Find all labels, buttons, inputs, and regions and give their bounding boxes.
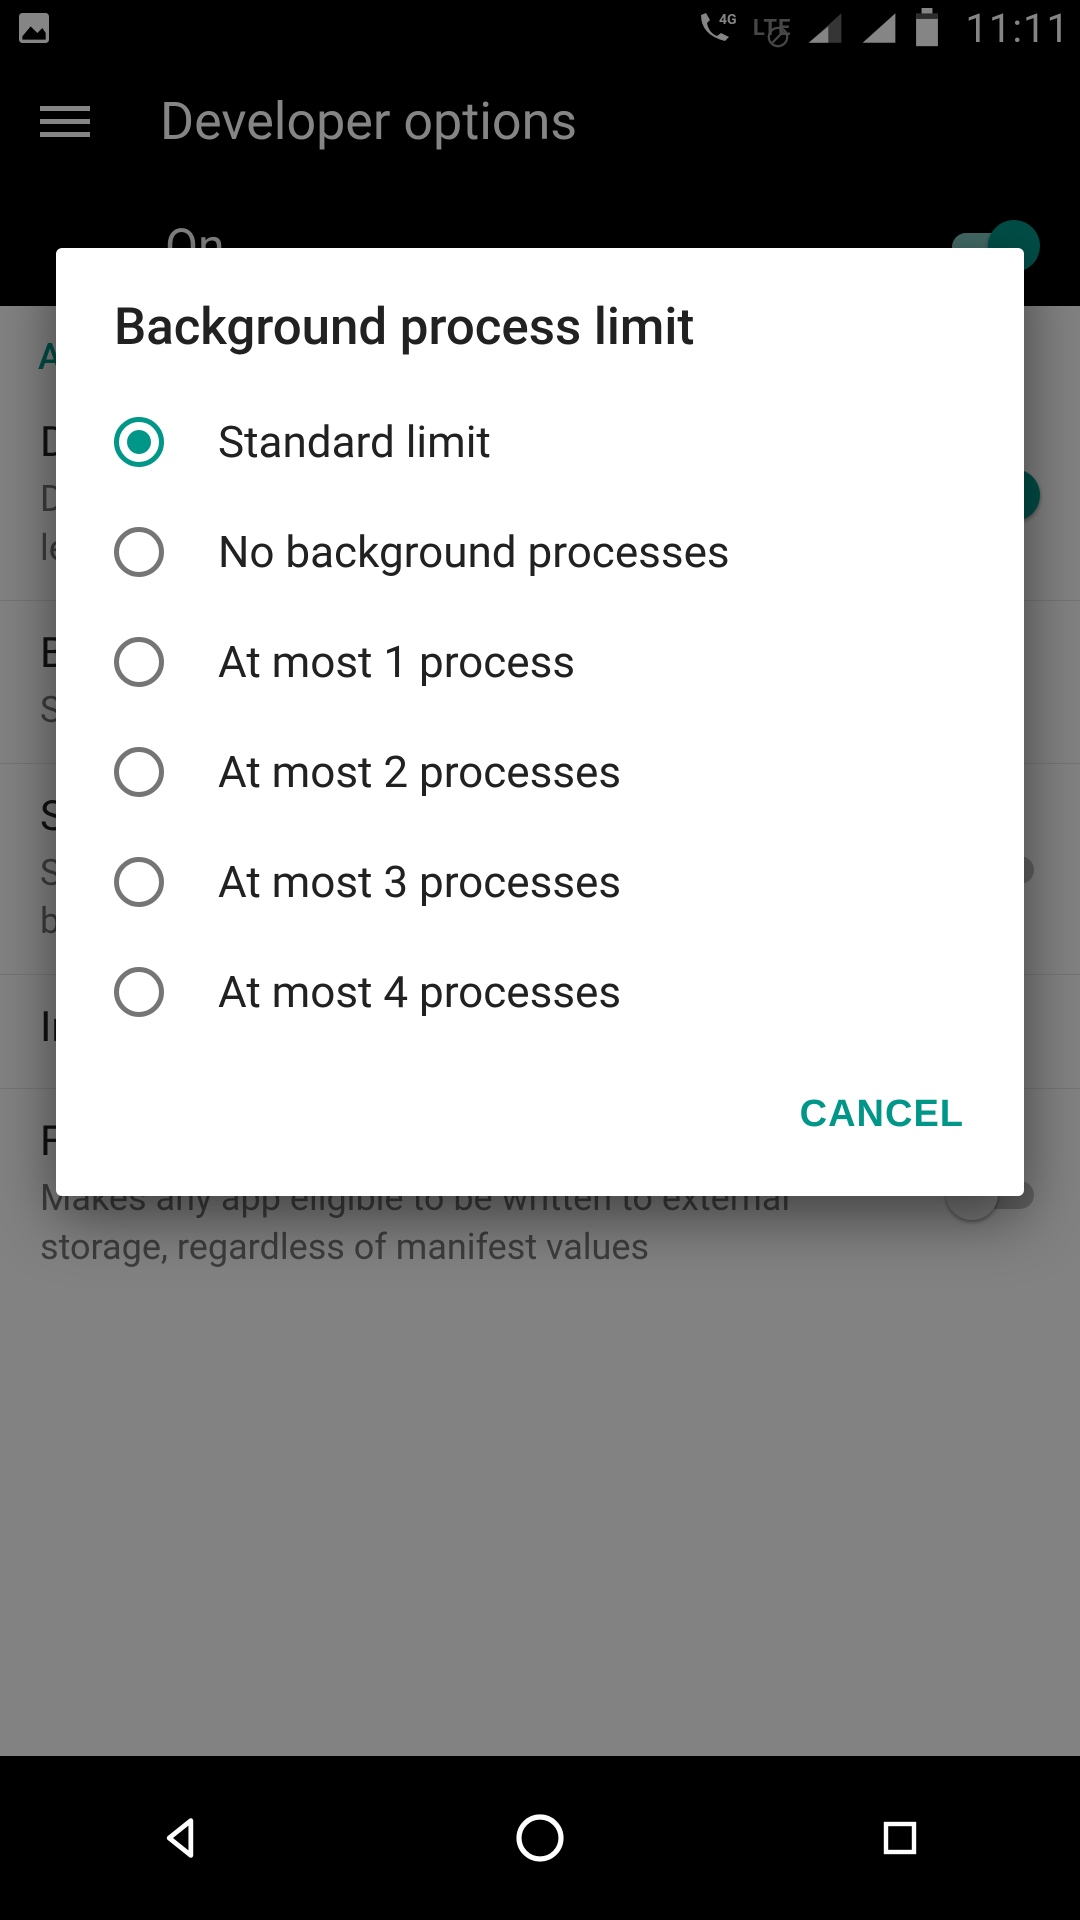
- dialog-option-label: No background processes: [218, 526, 730, 578]
- dialog-title: Background process limit: [56, 298, 1024, 387]
- dialog-option[interactable]: Standard limit: [56, 387, 1024, 497]
- navigation-bar: [0, 1756, 1080, 1920]
- dialog-option-label: At most 3 processes: [218, 856, 621, 908]
- nav-home-button[interactable]: [490, 1788, 590, 1888]
- radio-icon: [114, 747, 164, 797]
- dialog-option[interactable]: At most 1 process: [56, 607, 1024, 717]
- dialog-option[interactable]: At most 2 processes: [56, 717, 1024, 827]
- radio-icon: [114, 527, 164, 577]
- cancel-button[interactable]: CANCEL: [780, 1077, 984, 1152]
- dialog-option-label: At most 2 processes: [218, 746, 621, 798]
- radio-icon: [114, 417, 164, 467]
- dialog-option[interactable]: At most 3 processes: [56, 827, 1024, 937]
- radio-icon: [114, 857, 164, 907]
- dialog-option[interactable]: No background processes: [56, 497, 1024, 607]
- radio-icon: [114, 967, 164, 1017]
- dialog-option[interactable]: At most 4 processes: [56, 937, 1024, 1047]
- nav-recents-button[interactable]: [850, 1788, 950, 1888]
- nav-back-button[interactable]: [130, 1788, 230, 1888]
- dialog-option-label: At most 1 process: [218, 636, 575, 688]
- dialog-option-label: At most 4 processes: [218, 966, 621, 1018]
- background-process-limit-dialog: Background process limit Standard limit N…: [56, 248, 1024, 1196]
- dialog-option-list: Standard limit No background processes At …: [56, 387, 1024, 1047]
- radio-icon: [114, 637, 164, 687]
- dialog-option-label: Standard limit: [218, 416, 491, 468]
